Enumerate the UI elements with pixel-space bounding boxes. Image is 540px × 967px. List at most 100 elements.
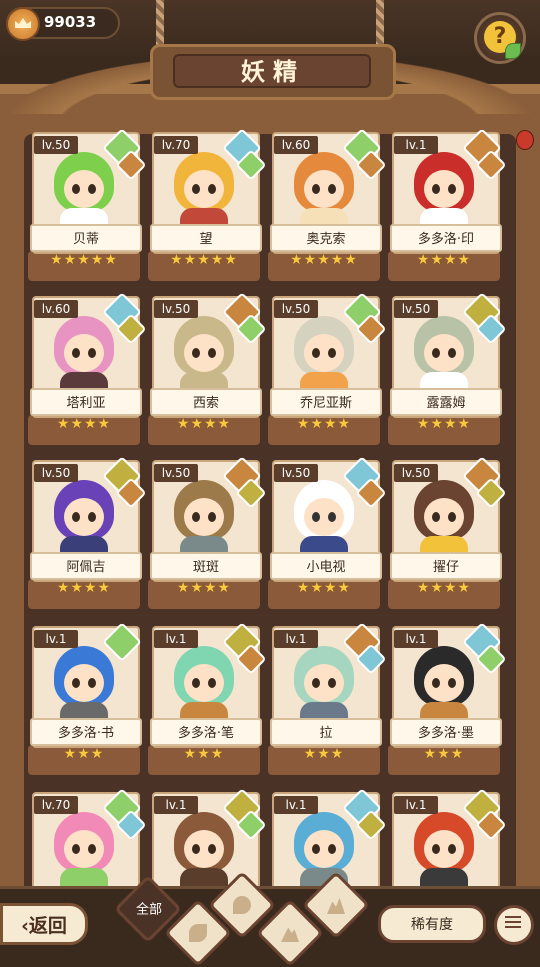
fairy-portrait <box>404 642 484 728</box>
rarity-label: 稀有度 <box>411 917 453 933</box>
fairy-card[interactable]: lv.1 拉 ★★★ <box>268 622 387 775</box>
star-rating: ★★★★ <box>416 252 472 268</box>
fairy-eye <box>312 184 320 194</box>
help-button[interactable]: ? <box>474 12 526 64</box>
fairy-eye <box>72 678 80 688</box>
fairy-eye <box>72 844 80 854</box>
fairy-name: 小电视 <box>306 560 346 575</box>
name-banner: 多多洛·墨 <box>390 718 502 746</box>
fairy-name: 望 <box>199 232 213 247</box>
fairy-eye <box>312 348 320 358</box>
fairy-card[interactable]: lv.50 乔尼亚斯 ★★★★ <box>268 292 387 445</box>
page-title: 妖精 <box>241 58 305 86</box>
fairy-name: 露露姆 <box>426 396 466 411</box>
fairy-eye <box>432 678 440 688</box>
fairy-portrait <box>404 476 484 562</box>
fairy-card[interactable]: lv.1 多多洛·印 ★★★★ <box>388 128 507 281</box>
fairy-portrait <box>44 476 124 562</box>
star-rating: ★★★★ <box>296 580 352 596</box>
star-rating: ★★★★ <box>416 580 472 596</box>
fairy-card[interactable]: lv.50 小电视 ★★★★ <box>268 456 387 609</box>
sort-order-button[interactable] <box>494 905 534 945</box>
fairy-card[interactable]: lv.60 塔利亚 ★★★★ <box>28 292 147 445</box>
fairy-eye <box>448 512 456 522</box>
star-rating: ★★★ <box>423 746 465 762</box>
level-badge: lv.1 <box>394 630 438 648</box>
fairy-portrait <box>164 476 244 562</box>
fairy-eye <box>328 678 336 688</box>
star-rating: ★★★★ <box>296 416 352 432</box>
filter-all-label: 全部 <box>136 902 163 918</box>
name-banner: 塔利亚 <box>30 388 142 416</box>
fairy-eye <box>192 844 200 854</box>
level-badge: lv.50 <box>394 300 438 318</box>
fairy-card[interactable]: lv.1 多多洛·墨 ★★★ <box>388 622 507 775</box>
back-text: 返回 <box>28 915 67 937</box>
fairy-eye <box>208 844 216 854</box>
fairy-portrait <box>284 808 364 894</box>
fairy-card[interactable]: lv.1 多多洛·笔 ★★★ <box>148 622 267 775</box>
name-banner: 拉 <box>270 718 382 746</box>
name-banner: 小电视 <box>270 552 382 580</box>
fairy-portrait <box>44 642 124 728</box>
fairy-eye <box>208 512 216 522</box>
fairy-eye <box>312 512 320 522</box>
fairy-card[interactable]: lv.70 望 ★★★★★ <box>148 128 267 281</box>
fairy-card[interactable]: lv.60 奥克索 ★★★★★ <box>268 128 387 281</box>
fairy-card[interactable]: lv.50 斑斑 ★★★★ <box>148 456 267 609</box>
title-sign: 妖精 <box>150 44 396 100</box>
back-label: ‹返回 <box>3 911 85 938</box>
fairy-portrait <box>164 312 244 398</box>
star-rating: ★★★★ <box>416 416 472 432</box>
fairy-card[interactable]: lv.50 阿佩吉 ★★★★ <box>28 456 147 609</box>
level-badge: lv.1 <box>394 796 438 814</box>
back-button[interactable]: ‹返回 <box>0 903 88 945</box>
fairy-portrait <box>284 476 364 562</box>
fairy-card[interactable]: lv.1 <box>388 788 507 898</box>
name-banner: 多多洛·笔 <box>150 718 262 746</box>
level-badge: lv.50 <box>34 464 78 482</box>
level-badge: lv.1 <box>154 630 198 648</box>
fairy-face <box>64 498 104 536</box>
level-badge: lv.60 <box>274 136 318 154</box>
fairy-eye <box>312 844 320 854</box>
fairy-face <box>424 664 464 702</box>
name-banner: 多多洛·印 <box>390 224 502 252</box>
fairy-card[interactable]: lv.1 多多洛·书 ★★★ <box>28 622 142 775</box>
fairy-face <box>304 664 344 702</box>
level-badge: lv.1 <box>274 796 318 814</box>
star-rating: ★★★ <box>63 746 105 762</box>
fairy-name: 多多洛·书 <box>57 726 115 741</box>
fairy-eye <box>192 348 200 358</box>
fairy-portrait <box>164 642 244 728</box>
fairy-card[interactable]: lv.50 西索 ★★★★ <box>148 292 267 445</box>
fairy-face <box>304 170 344 208</box>
level-badge: lv.50 <box>274 300 318 318</box>
fairy-eye <box>448 678 456 688</box>
fairy-portrait <box>284 312 364 398</box>
rarity-sort-button[interactable]: 稀有度 <box>378 905 486 943</box>
fairy-eye <box>432 184 440 194</box>
name-banner: 擢仔 <box>390 552 502 580</box>
level-badge: lv.70 <box>154 136 198 154</box>
fairy-card[interactable]: lv.50 贝蒂 ★★★★★ <box>28 128 147 281</box>
name-banner: 阿佩吉 <box>30 552 142 580</box>
fairy-card[interactable]: lv.50 露露姆 ★★★★ <box>388 292 507 445</box>
star-rating: ★★★★★ <box>170 252 238 268</box>
fairy-face <box>184 664 224 702</box>
fairy-card-grid: lv.50 贝蒂 ★★★★★ lv.70 望 ★★★★★ lv.60 奥克索 ★★★★★ lv.1… <box>28 128 516 898</box>
star-rating: ★★★★ <box>176 416 232 432</box>
fairy-card[interactable]: lv.50 擢仔 ★★★★ <box>388 456 507 609</box>
fairy-card[interactable]: lv.70 <box>28 788 147 898</box>
name-banner: 露露姆 <box>390 388 502 416</box>
fairy-name: 阿佩吉 <box>66 560 106 575</box>
level-badge: lv.50 <box>154 300 198 318</box>
star-rating: ★★★★ <box>56 416 112 432</box>
fairy-face <box>184 498 224 536</box>
fairy-face <box>184 830 224 868</box>
fairy-card[interactable]: lv.1 <box>268 788 387 898</box>
star-rating: ★★★★★ <box>290 252 358 268</box>
star-rating: ★★★★ <box>56 580 112 596</box>
sort-list-icon <box>505 916 521 930</box>
fairy-name: 斑斑 <box>192 560 219 575</box>
